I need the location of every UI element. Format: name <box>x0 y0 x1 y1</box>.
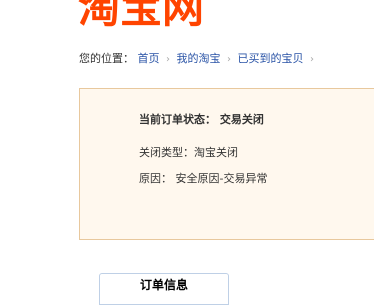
close-reason-label: 原因： <box>139 172 172 185</box>
order-status-value: 交易关闭 <box>219 113 264 126</box>
close-reason-row: 原因： 安全原因-交易异常 <box>139 170 267 186</box>
breadcrumb-prefix: 您的位置： <box>79 52 134 65</box>
close-type-label: 关闭类型： <box>139 146 194 159</box>
breadcrumb: 您的位置： 首页 › 我的淘宝 › 已买到的宝贝 › <box>79 51 317 68</box>
chevron-right-icon: › <box>166 54 170 65</box>
breadcrumb-purchased-items-link[interactable]: 已买到的宝贝 <box>238 52 304 65</box>
order-status-label: 当前订单状态： <box>139 113 216 126</box>
taobao-logo[interactable]: 淘宝网 <box>78 0 204 33</box>
order-status-panel: 当前订单状态： 交易关闭 关闭类型：淘宝关闭 原因： 安全原因-交易异常 <box>79 88 374 240</box>
close-type-row: 关闭类型：淘宝关闭 <box>139 144 238 160</box>
chevron-right-icon: › <box>310 54 314 65</box>
tab-order-info[interactable]: 订单信息 <box>99 273 229 305</box>
breadcrumb-my-taobao-link[interactable]: 我的淘宝 <box>177 52 221 65</box>
order-status-title: 当前订单状态： 交易关闭 <box>139 111 264 127</box>
close-type-value: 淘宝关闭 <box>194 146 238 159</box>
chevron-right-icon: › <box>227 54 231 65</box>
breadcrumb-home-link[interactable]: 首页 <box>138 52 160 65</box>
close-reason-value: 安全原因-交易异常 <box>175 172 268 185</box>
